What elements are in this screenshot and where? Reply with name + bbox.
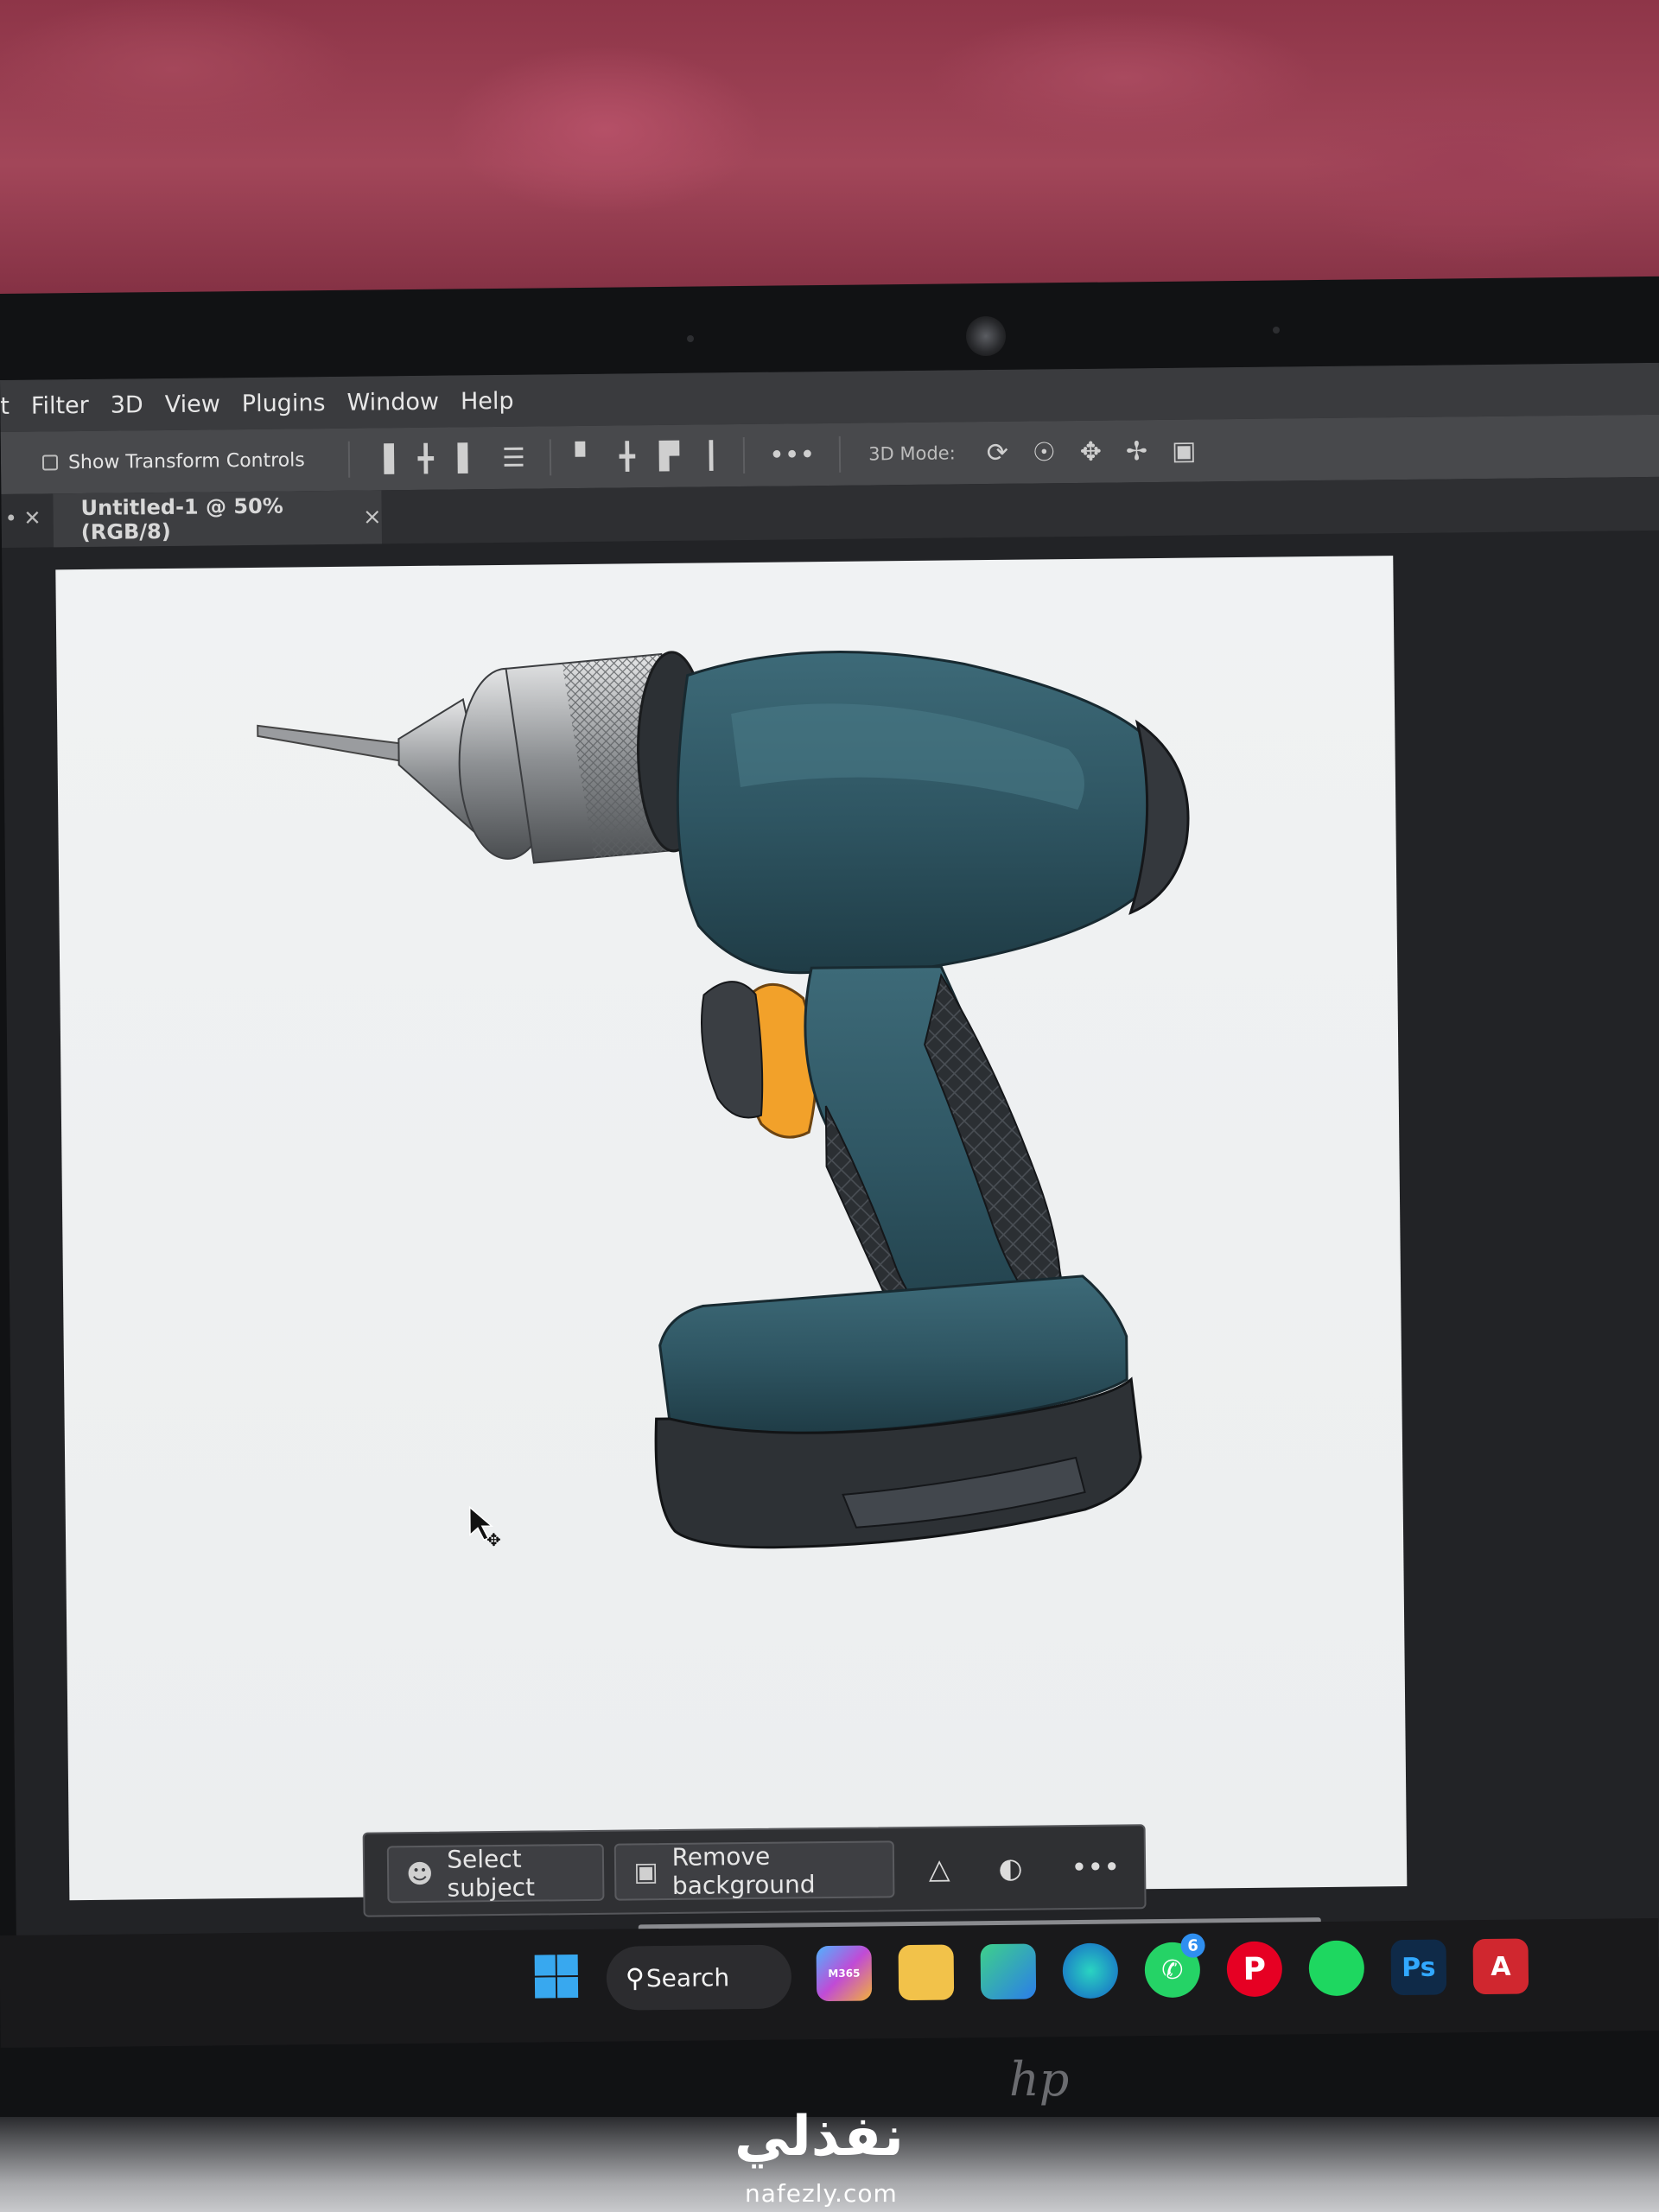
transform-icon[interactable]: △ <box>929 1853 950 1885</box>
search-icon: ⚲ <box>625 1963 645 1994</box>
menu-view[interactable]: View <box>165 391 220 418</box>
roll-3d-icon[interactable]: ☉ <box>1033 437 1056 467</box>
pinterest-icon[interactable]: P <box>1226 1941 1283 1998</box>
m365-label: M365 <box>828 1967 861 1980</box>
widgets-icon[interactable] <box>980 1943 1037 2000</box>
close-icon[interactable]: × <box>363 504 382 530</box>
spotify-icon[interactable] <box>1308 1940 1365 1997</box>
divider <box>347 441 350 478</box>
drill-illustration: ✥ <box>257 651 1190 1550</box>
hp-logo: hp <box>1009 2052 1070 2107</box>
notification-badge: 6 <box>1180 1933 1205 1958</box>
windows-taskbar: ⚲ Search M365 ✆ 6 P Ps A <box>0 1917 1659 2049</box>
3d-mode-label: 3D Mode: <box>868 442 956 465</box>
edge-icon[interactable] <box>1062 1942 1119 1999</box>
align-top-icon[interactable]: ▘ <box>575 442 595 472</box>
autocad-label: A <box>1491 1951 1511 1982</box>
align-horizontal-center-icon[interactable]: ╋ <box>418 443 434 474</box>
divider <box>549 439 552 476</box>
svg-text:✥: ✥ <box>486 1529 501 1550</box>
menu-plugins[interactable]: Plugins <box>242 390 326 417</box>
show-transform-controls-label: Show Transform Controls <box>67 448 305 474</box>
search-label: Search <box>645 1962 730 1993</box>
remove-background-button[interactable]: ▣ Remove background <box>614 1840 895 1901</box>
photoshop-label: Ps <box>1401 1952 1436 1983</box>
photo-stage: t Filter 3D View Plugins Window Help Sho… <box>0 0 1659 2212</box>
distribute-horizontal-icon[interactable]: ☰ <box>502 442 525 473</box>
show-transform-controls-checkbox[interactable] <box>41 454 59 471</box>
slide-3d-icon[interactable]: ✢ <box>1126 436 1148 467</box>
menu-select-partial[interactable]: t <box>0 392 10 419</box>
select-subject-button[interactable]: ☻ Select subject <box>386 1843 605 1904</box>
sensor-dot <box>687 335 694 342</box>
windows-logo-icon <box>534 1955 579 1999</box>
menu-window[interactable]: Window <box>346 388 439 416</box>
menu-3d[interactable]: 3D <box>111 391 143 418</box>
contextual-task-bar: ☻ Select subject ▣ Remove background △ ◐… <box>362 1824 1147 1917</box>
align-bottom-icon[interactable]: ▛ <box>659 441 679 471</box>
sensor-dot <box>1273 327 1280 334</box>
document-tab-title: Untitled-1 @ 50% (RGB/8) <box>80 493 283 545</box>
align-vertical-center-icon[interactable]: ╋ <box>620 442 635 472</box>
divider <box>838 435 842 473</box>
align-right-icon[interactable]: ▌ <box>458 443 478 474</box>
divider <box>742 436 746 474</box>
watermark-url: nafezly.com <box>745 2179 898 2208</box>
menu-help[interactable]: Help <box>461 387 514 415</box>
previous-tab-close-icon[interactable]: • ✕ <box>5 506 41 531</box>
image-icon: ▣ <box>633 1856 658 1887</box>
adjustment-icon[interactable]: ◐ <box>998 1852 1022 1885</box>
pan-3d-icon[interactable]: ✥ <box>1080 436 1103 467</box>
menu-filter[interactable]: Filter <box>31 391 89 419</box>
select-subject-label: Select subject <box>447 1844 536 1903</box>
whatsapp-icon[interactable]: ✆ 6 <box>1144 1933 1205 1999</box>
file-explorer-icon[interactable] <box>898 1944 955 2001</box>
start-button[interactable] <box>529 1948 585 2005</box>
align-left-icon[interactable]: ▐ <box>374 444 394 474</box>
watermark-logo: نفذلي <box>734 2105 904 2169</box>
photoshop-window: t Filter 3D View Plugins Window Help Sho… <box>0 362 1659 2013</box>
document-canvas[interactable]: ✥ <box>55 556 1408 1901</box>
remove-background-label: Remove background <box>671 1841 816 1900</box>
document-tab[interactable]: Untitled-1 @ 50% (RGB/8) × <box>53 490 383 548</box>
distribute-vertical-icon[interactable]: ┃ <box>703 441 719 471</box>
photoshop-icon[interactable]: Ps <box>1390 1939 1447 1996</box>
orbit-3d-icon[interactable]: ⟳ <box>987 437 1009 467</box>
select-subject-icon: ☻ <box>405 1859 434 1890</box>
webcam <box>966 316 1006 356</box>
more-options-button[interactable]: ••• <box>769 440 815 471</box>
taskbar-search[interactable]: ⚲ Search <box>606 1944 792 2011</box>
m365-copilot-icon[interactable]: M365 <box>816 1945 873 2002</box>
more-options-button[interactable]: ••• <box>1071 1851 1120 1885</box>
autocad-icon[interactable]: A <box>1472 1938 1529 1995</box>
camera-3d-icon[interactable]: ▣ <box>1172 435 1197 466</box>
